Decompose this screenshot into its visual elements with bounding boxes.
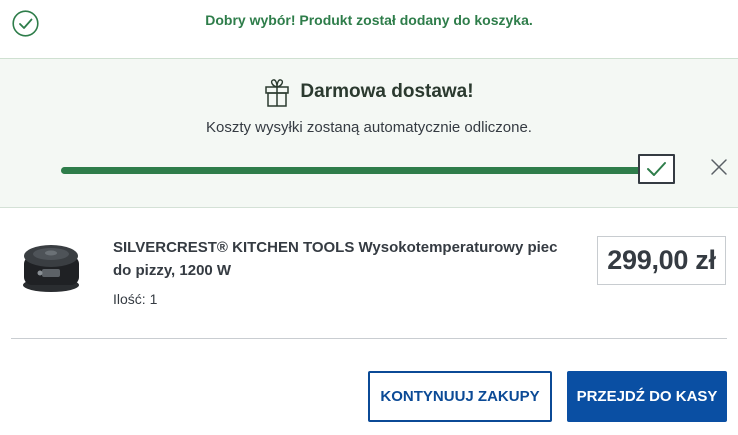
go-to-checkout-button[interactable]: PRZEJDŹ DO KASY [567,371,727,422]
divider [11,338,727,339]
close-icon[interactable] [709,157,729,177]
free-shipping-panel: Darmowa dostawa! Koszty wysyłki zostaną … [0,58,738,208]
progress-complete-badge [638,154,675,184]
checkmark-icon [647,162,666,176]
free-shipping-title-row: Darmowa dostawa! [0,77,738,107]
progress-fill [61,167,661,174]
gift-icon [265,79,290,107]
shipping-cost-note: Koszty wysyłki zostaną automatycznie odl… [206,119,532,136]
quantity-value: 1 [149,291,158,307]
product-quantity: Ilość: 1 [113,291,157,307]
free-shipping-progress-bar [61,167,661,174]
product-price: 299,00 zł [607,245,716,275]
product-name: SILVERCREST® KITCHEN TOOLS Wysokotempera… [113,239,558,279]
continue-shopping-button[interactable]: KONTYNUUJ ZAKUPY [368,371,552,422]
added-to-cart-message: Dobry wybór! Produkt został dodany do ko… [205,12,533,28]
free-shipping-title: Darmowa dostawa! [300,81,474,102]
quantity-label: Ilość: [113,291,146,307]
product-image [23,245,79,292]
added-to-cart-banner: Dobry wybór! Produkt został dodany do ko… [0,0,738,40]
price-box: 299,00 zł [597,236,726,285]
